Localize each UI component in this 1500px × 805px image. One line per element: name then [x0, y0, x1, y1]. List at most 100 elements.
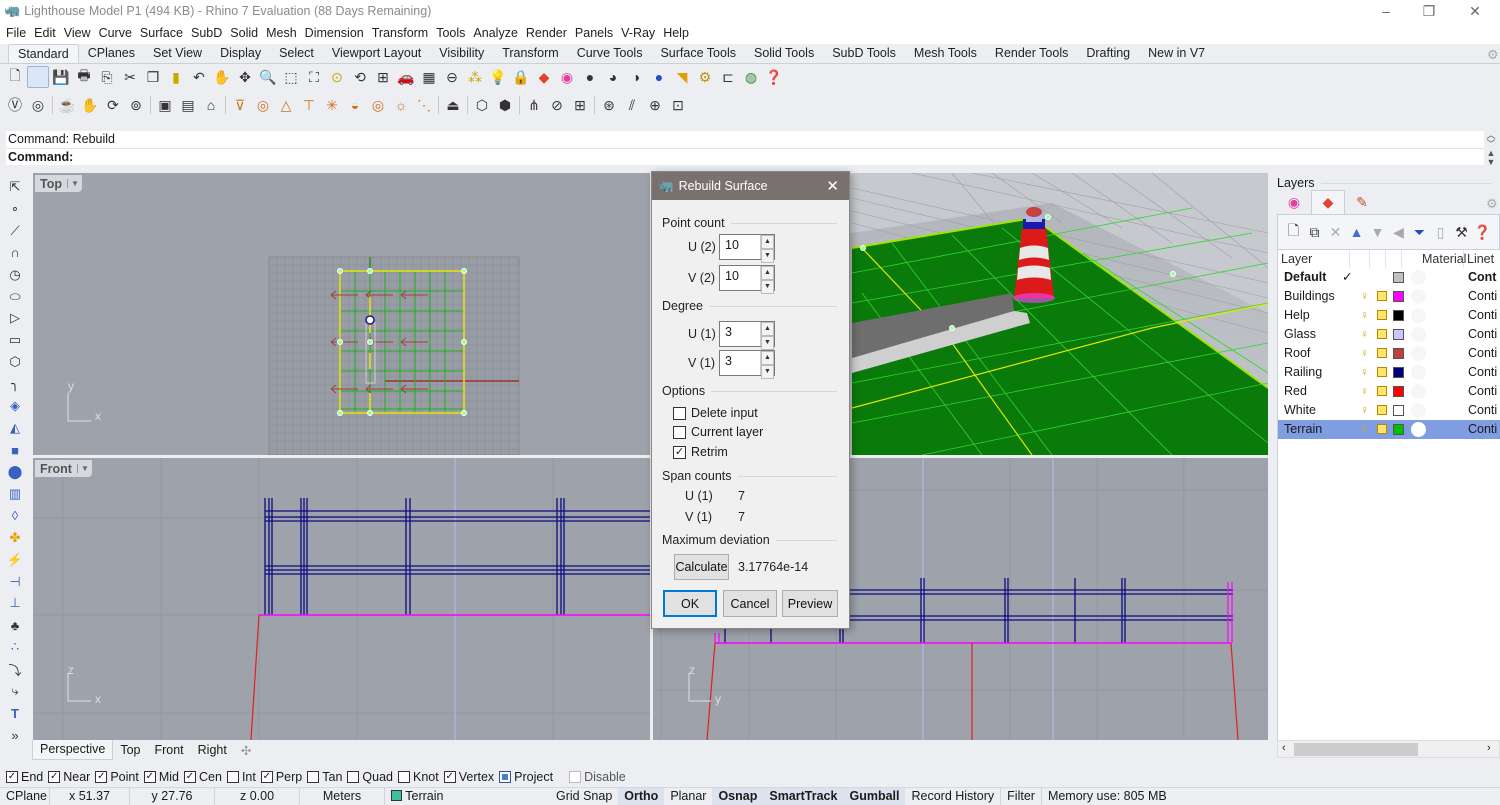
osnap-perp[interactable]: ✓ Perp — [260, 770, 302, 784]
lister-icon[interactable]: ⫽ — [621, 94, 643, 116]
osnap-cen[interactable]: ✓ Cen — [184, 770, 222, 784]
checkbox-box[interactable] — [307, 771, 320, 783]
material-swatch[interactable] — [1411, 289, 1426, 304]
ok-button[interactable]: OK — [663, 590, 717, 617]
layer-linetype[interactable]: Conti — [1468, 287, 1500, 306]
cylinder-icon[interactable]: ▥ — [4, 483, 26, 505]
unlock-icon[interactable] — [1377, 386, 1387, 396]
sphere-light-icon[interactable]: ◎ — [252, 94, 274, 116]
osnap-near[interactable]: ✓ Near — [48, 770, 90, 784]
spin-up-icon[interactable]: ▲ — [761, 322, 774, 336]
layer-row-terrain[interactable]: Terrain ♀ Conti — [1278, 420, 1500, 439]
layer-linetype[interactable]: Cont — [1468, 268, 1500, 287]
text-icon[interactable]: T — [4, 702, 26, 724]
layer-row-glass[interactable]: Glass ♀ Conti — [1278, 325, 1500, 344]
sun-light-icon[interactable]: ✳ — [321, 94, 343, 116]
degree-v-input[interactable]: 3 — [720, 351, 760, 375]
top-viewport[interactable]: y x Top ▼ — [33, 173, 650, 455]
new-sublayer-icon[interactable]: ⧉ — [1305, 224, 1324, 241]
circle-icon[interactable]: ◷ — [4, 264, 26, 286]
checkmark-icon[interactable]: ✓ — [673, 445, 686, 459]
explode-icon[interactable]: ⚡ — [4, 549, 26, 571]
menu-surface[interactable]: Surface — [136, 26, 187, 40]
light-bulb-icon[interactable]: ♀ — [1360, 401, 1369, 420]
new-file-icon[interactable]: 🗋 — [4, 66, 26, 88]
tab-cplanes[interactable]: CPlanes — [79, 44, 144, 63]
tab-display[interactable]: Display — [211, 44, 270, 63]
layer-color-swatch[interactable] — [1393, 272, 1404, 283]
light-bulb-icon[interactable]: ♀ — [1360, 306, 1369, 325]
shaded-sphere-icon[interactable]: ◕ — [602, 66, 624, 88]
toggle-osnap[interactable]: Osnap — [712, 787, 764, 805]
spin-down-icon[interactable]: ▼ — [1484, 158, 1498, 167]
move-down-icon[interactable]: ▼ — [1368, 224, 1387, 240]
osnap-int[interactable]: Int — [226, 770, 256, 784]
point-count-u-input[interactable]: 10 — [720, 235, 760, 259]
tab-curve-tools[interactable]: Curve Tools — [568, 44, 652, 63]
light-bulb-icon[interactable]: ♀ — [1360, 363, 1369, 382]
surface-from-points-icon[interactable]: ◈ — [4, 395, 26, 417]
clipper-icon[interactable]: ⊘ — [546, 94, 568, 116]
menu-file[interactable]: File — [2, 26, 30, 40]
layer-row-white[interactable]: White ♀ Conti — [1278, 401, 1500, 420]
tab-solid-tools[interactable]: Solid Tools — [745, 44, 823, 63]
dimension-icon[interactable]: ⊏ — [717, 66, 739, 88]
osnap-knot[interactable]: Knot — [398, 770, 439, 784]
osnap-quad[interactable]: Quad — [347, 770, 393, 784]
four-viewports-icon[interactable]: ⊞ — [372, 66, 394, 88]
dialog-title-bar[interactable]: 🦏 Rebuild Surface ✕ — [652, 172, 849, 200]
pan-hand-icon[interactable]: ✋ — [211, 66, 233, 88]
print-icon[interactable]: 🖶 — [73, 66, 95, 88]
layer-linetype[interactable]: Conti — [1468, 401, 1500, 420]
color-wheel-icon[interactable]: ◉ — [1277, 190, 1311, 214]
boolean-union-icon[interactable]: ⬤ — [4, 461, 26, 483]
tab-subd-tools[interactable]: SubD Tools — [823, 44, 905, 63]
vray-icon[interactable]: Ⓥ — [4, 94, 26, 116]
new-layer-icon[interactable]: 🗋 — [1284, 220, 1303, 244]
ellipse-icon[interactable]: ⬭ — [4, 286, 26, 308]
checkmark-icon[interactable]: ✓ — [48, 771, 61, 783]
degree-u-stepper[interactable]: 3 ▲ ▼ — [719, 321, 775, 350]
column-header[interactable] — [1370, 250, 1386, 268]
box-icon[interactable]: ■ — [4, 439, 26, 461]
close-button[interactable]: ✕ — [1452, 0, 1498, 22]
tools-hammer-icon[interactable]: ⚒ — [1452, 224, 1471, 241]
delete-input-checkbox[interactable]: Delete input — [673, 406, 758, 420]
dome-light-icon[interactable]: ◒ — [344, 94, 366, 116]
scale-icon[interactable]: ⤷ — [4, 680, 26, 702]
zoom-extents-icon[interactable]: ⛶ — [303, 66, 325, 88]
viewport-label-front[interactable]: Front ▼ — [35, 460, 92, 477]
command-scroll[interactable]: ︿ ﹀ ▲ ▼ — [1484, 131, 1498, 167]
render-sphere-icon[interactable]: ● — [579, 66, 601, 88]
window-icon[interactable]: ▤ — [177, 94, 199, 116]
menu-subd[interactable]: SubD — [187, 26, 226, 40]
checkmark-icon[interactable]: ✓ — [260, 771, 273, 783]
unlock-icon[interactable] — [1377, 291, 1387, 301]
rectangle-icon[interactable]: ▭ — [4, 329, 26, 351]
zoom-selected-icon[interactable]: ⊙ — [326, 66, 348, 88]
layers-horizontal-scrollbar[interactable]: ‹ › — [1277, 740, 1500, 758]
column-header[interactable] — [1350, 250, 1370, 268]
scene-icon[interactable]: ⌂ — [200, 94, 222, 116]
camera-icon[interactable]: ⏏ — [442, 94, 464, 116]
viewport-tab-perspective[interactable]: Perspective — [32, 740, 114, 760]
spin-down-icon[interactable]: ▼ — [761, 336, 774, 350]
tab-drafting[interactable]: Drafting — [1077, 44, 1139, 63]
material-swatch[interactable] — [1411, 365, 1426, 380]
osnap-project[interactable]: Project — [499, 770, 553, 784]
select-points-icon[interactable]: ⁂ — [464, 66, 486, 88]
lock-icon[interactable]: 🔒 — [510, 66, 532, 88]
layer-color-swatch[interactable] — [1393, 291, 1404, 302]
material-library-icon[interactable]: ⊛ — [598, 94, 620, 116]
layer-color-swatch[interactable] — [1393, 386, 1404, 397]
layer-row-roof[interactable]: Roof ♀ Conti — [1278, 344, 1500, 363]
calculate-button[interactable]: Calculate — [674, 554, 729, 580]
osnap-point[interactable]: ✓ Point — [95, 770, 139, 784]
curve-icon[interactable]: ∩ — [4, 242, 26, 264]
column-header-material[interactable]: Material — [1402, 250, 1466, 268]
decal-icon[interactable]: ⊞ — [569, 94, 591, 116]
layer-row-buildings[interactable]: Buildings ♀ Conti — [1278, 287, 1500, 306]
cut-icon[interactable]: ✂ — [119, 66, 141, 88]
light-bulb-icon[interactable]: ♀ — [1360, 287, 1369, 306]
rotate-icon[interactable]: ⤵ — [4, 658, 26, 680]
